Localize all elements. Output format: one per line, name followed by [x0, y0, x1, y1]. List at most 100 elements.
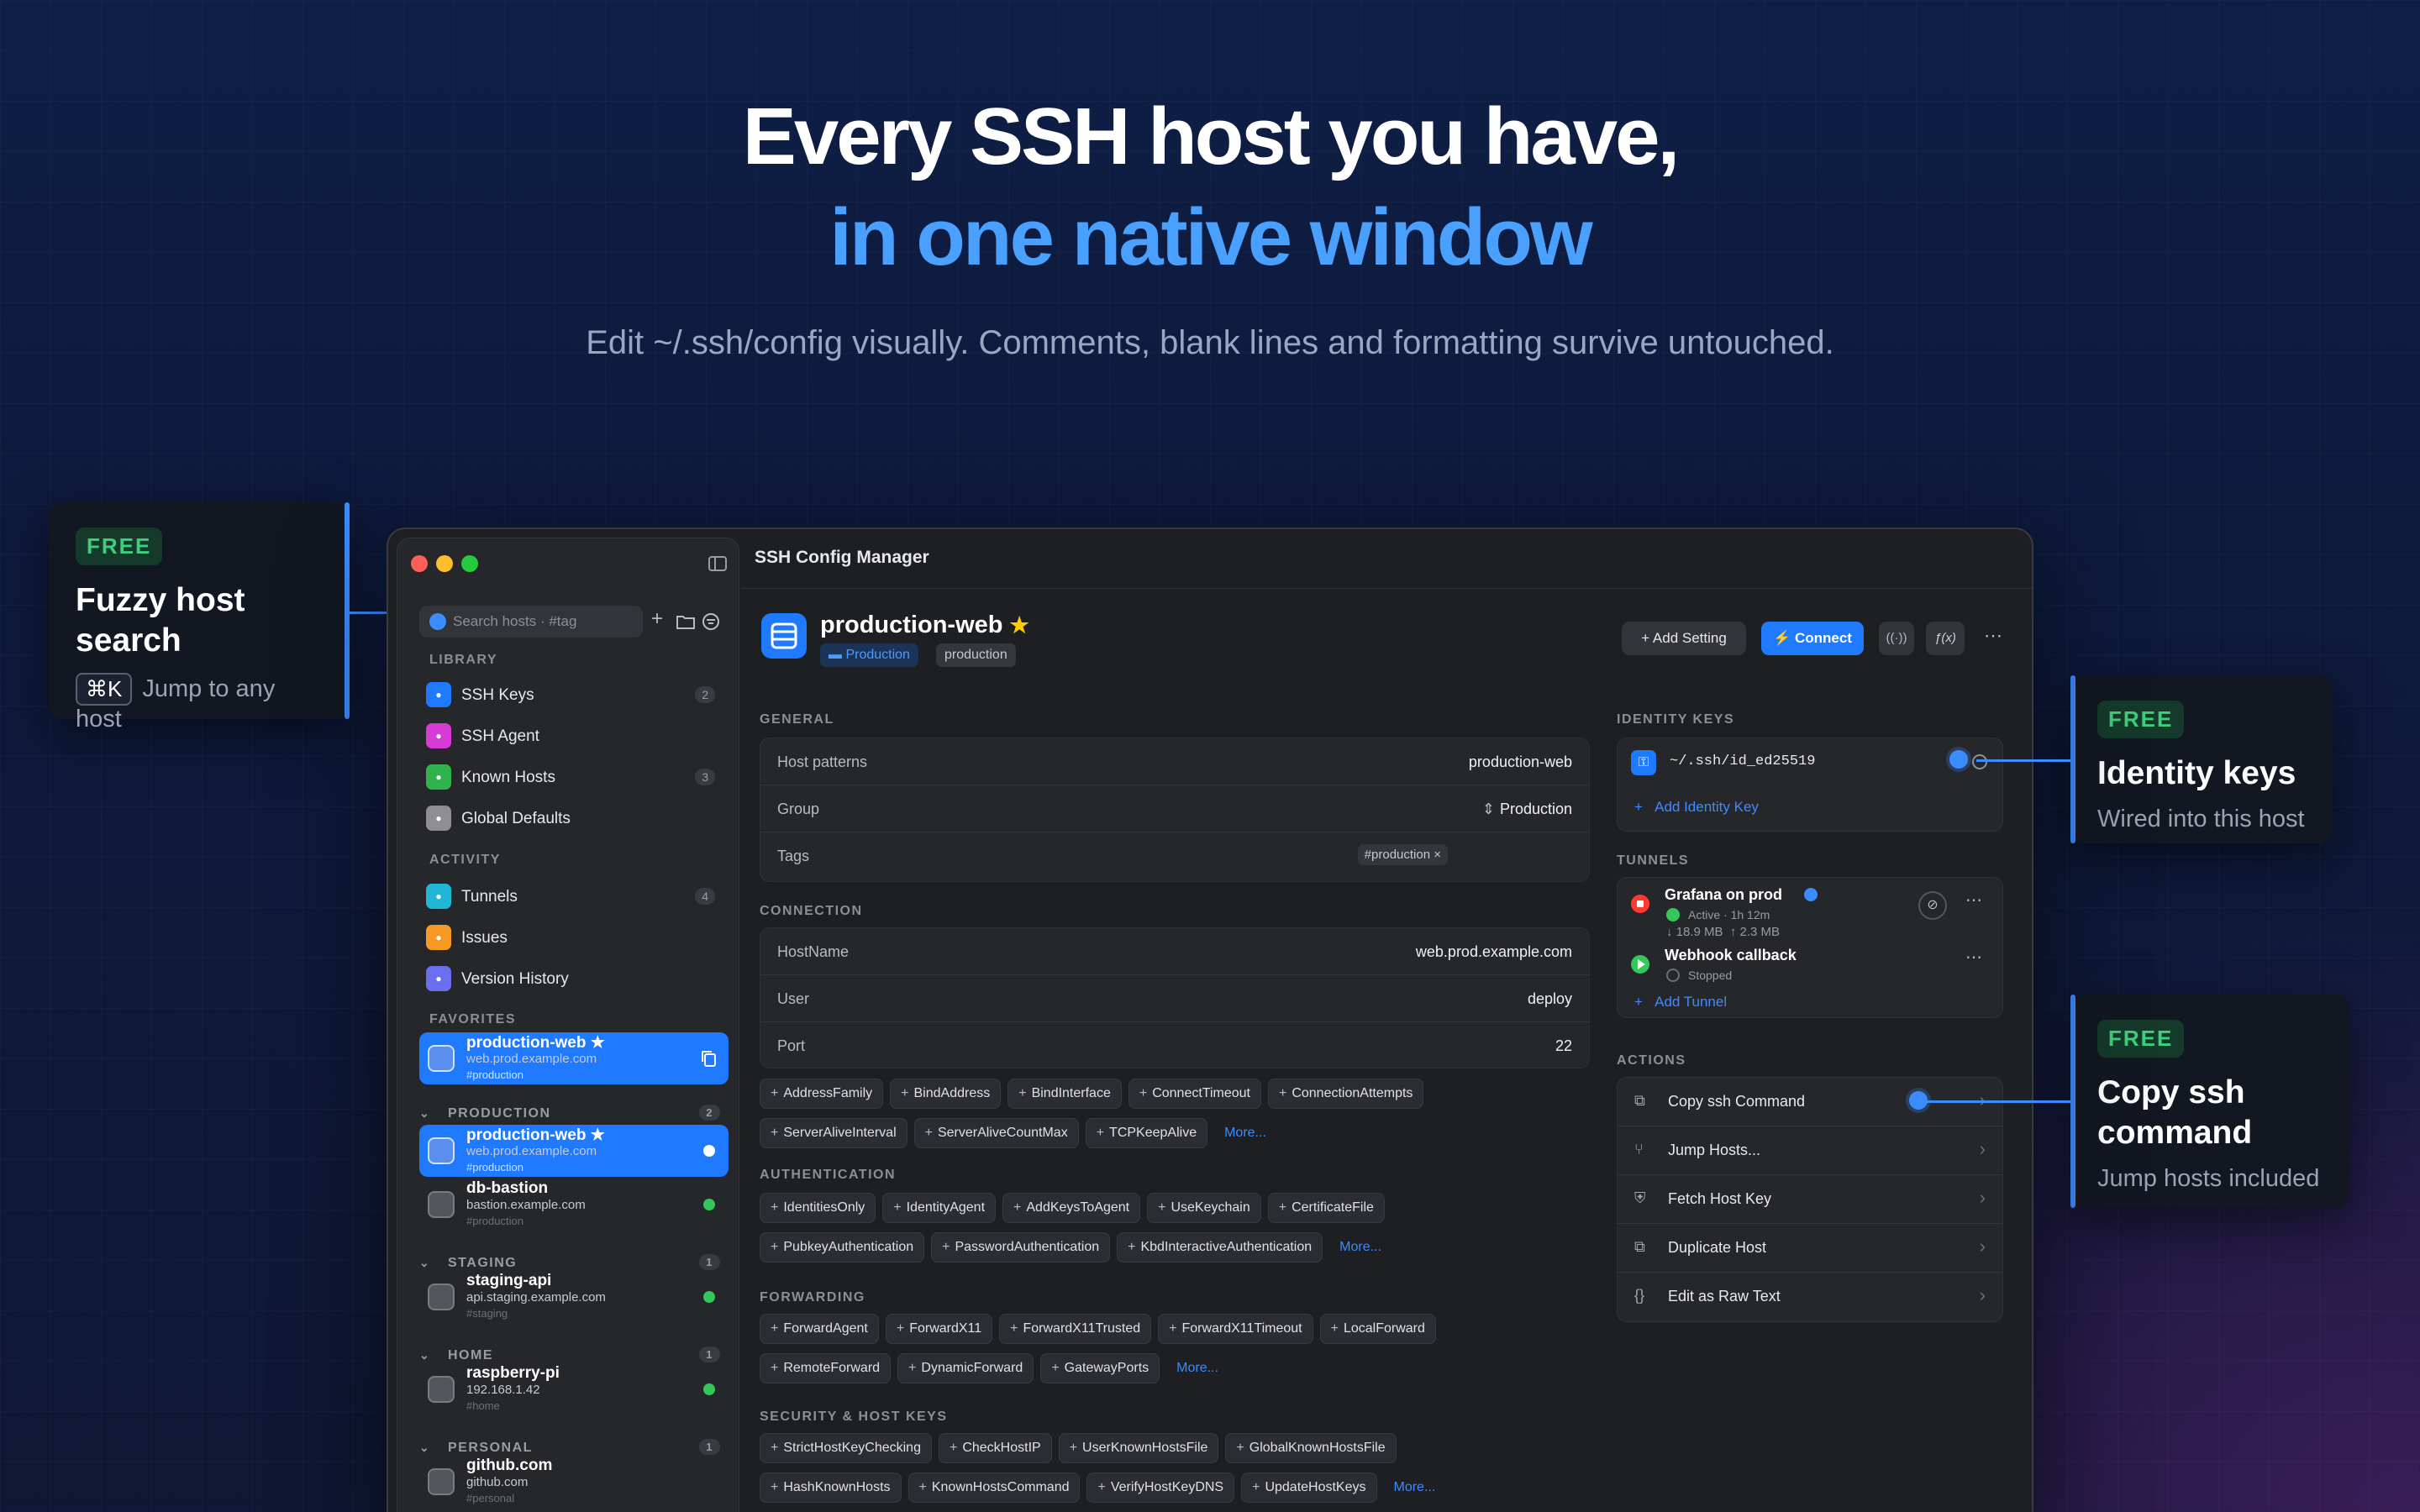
add-option-certificatefile[interactable]: + CertificateFile — [1267, 1193, 1385, 1223]
add-option-gatewayports[interactable]: + GatewayPorts — [1040, 1353, 1160, 1383]
option-label: IdentityAgent — [906, 1200, 986, 1215]
add-option-forwardx11[interactable]: + ForwardX11 — [885, 1314, 993, 1344]
add-setting-button[interactable]: + Add Setting — [1622, 622, 1746, 655]
more-options-link[interactable]: More... — [1166, 1354, 1228, 1383]
add-option-forwardagent[interactable]: + ForwardAgent — [760, 1314, 879, 1344]
asterisk-icon: ● — [426, 806, 451, 831]
add-option-forwardx11timeout[interactable]: + ForwardX11Timeout — [1158, 1314, 1313, 1344]
host-patterns-row[interactable]: Host patterns production-web — [760, 738, 1589, 785]
tag-chip[interactable]: production — [936, 643, 1016, 667]
function-icon[interactable]: ƒ(x) — [1926, 622, 1965, 655]
host-staging-api[interactable]: staging-api api.staging.example.com #sta… — [419, 1271, 729, 1323]
add-option-knownhostscommand[interactable]: + KnownHostsCommand — [908, 1473, 1081, 1503]
sidebar-item-version-history[interactable]: ● Version History — [419, 960, 722, 997]
sidebar-item-ssh-keys[interactable]: ● SSH Keys 2 — [419, 676, 722, 713]
favorite-host-production-web[interactable]: production-web ★ web.prod.example.com #p… — [419, 1032, 729, 1084]
add-option-bindinterface[interactable]: + BindInterface — [1007, 1079, 1122, 1109]
copy-icon[interactable] — [700, 1049, 717, 1068]
broadcast-icon[interactable]: ((·)) — [1879, 622, 1914, 655]
plus-icon: + — [771, 1240, 779, 1254]
sidebar-item-ssh-agent[interactable]: ● SSH Agent — [419, 717, 722, 754]
duplicate-host-action[interactable]: ⧉ Duplicate Host › — [1618, 1224, 2002, 1273]
add-option-stricthostkeychecking[interactable]: + StrictHostKeyChecking — [760, 1433, 932, 1463]
tunnel-more-icon[interactable]: ⋯ — [1965, 947, 1982, 968]
add-option-serveralivecountmax[interactable]: + ServerAliveCountMax — [913, 1118, 1079, 1148]
jump-hosts-action[interactable]: ⑂ Jump Hosts... › — [1618, 1126, 2002, 1175]
edit-raw-text-action[interactable]: {} Edit as Raw Text › — [1618, 1273, 2002, 1321]
tunnel-more-icon[interactable]: ⋯ — [1965, 890, 1982, 911]
add-option-addressfamily[interactable]: + AddressFamily — [760, 1079, 884, 1109]
search-input[interactable]: Search hosts · #tag — [419, 606, 643, 638]
sidebar-toggle-icon[interactable] — [708, 555, 727, 572]
user-row[interactable]: User deploy — [760, 975, 1589, 1022]
add-option-checkhostip[interactable]: + CheckHostIP — [938, 1433, 1052, 1463]
add-option-bindaddress[interactable]: + BindAddress — [890, 1079, 1002, 1109]
chevron-down-icon: ⌄ — [419, 1348, 431, 1362]
add-option-globalknownhostsfile[interactable]: + GlobalKnownHostsFile — [1225, 1433, 1397, 1463]
remove-key-icon[interactable] — [1972, 754, 1987, 769]
action-label: Copy ssh Command — [1668, 1093, 1806, 1110]
close-window-button[interactable] — [411, 555, 428, 572]
add-option-addkeystoagent[interactable]: + AddKeysToAgent — [1002, 1193, 1141, 1223]
connect-button[interactable]: ⚡ Connect — [1761, 622, 1864, 655]
more-options-link[interactable]: More... — [1214, 1119, 1276, 1147]
add-identity-key-button[interactable]: + Add Identity Key — [1634, 799, 1759, 816]
add-option-pubkeyauthentication[interactable]: + PubkeyAuthentication — [760, 1232, 925, 1263]
fetch-host-key-action[interactable]: ⛨ Fetch Host Key › — [1618, 1175, 2002, 1224]
host-production-web[interactable]: production-web ★ web.prod.example.com #p… — [419, 1125, 729, 1177]
sidebar-item-issues[interactable]: ● Issues — [419, 919, 722, 956]
add-option-connectionattempts[interactable]: + ConnectionAttempts — [1267, 1079, 1424, 1109]
add-option-userknownhostsfile[interactable]: + UserKnownHostsFile — [1058, 1433, 1219, 1463]
open-browser-icon[interactable]: ⊘ — [1918, 891, 1947, 920]
port-row[interactable]: Port 22 — [760, 1022, 1589, 1069]
group-chip[interactable]: ▬ Production — [820, 643, 918, 667]
tags-row[interactable]: Tags #production × — [760, 832, 1589, 883]
filter-icon[interactable] — [702, 612, 720, 631]
add-option-serveraliveinterval[interactable]: + ServerAliveInterval — [760, 1118, 908, 1148]
sidebar-item-known-hosts[interactable]: ● Known Hosts 3 — [419, 759, 722, 795]
group-row[interactable]: Group ⇕ Production — [760, 785, 1589, 832]
host-github[interactable]: github.com github.com #personal — [419, 1456, 729, 1508]
group-select[interactable]: ⇕ Production — [1482, 801, 1572, 818]
add-tunnel-button[interactable]: + Add Tunnel — [1634, 994, 1727, 1011]
more-options-link[interactable]: More... — [1384, 1473, 1446, 1502]
add-option-passwordauthentication[interactable]: + PasswordAuthentication — [931, 1232, 1111, 1263]
more-options-icon[interactable]: ⋯ — [1976, 622, 2010, 655]
add-option-verifyhostkeydns[interactable]: + VerifyHostKeyDNS — [1086, 1473, 1235, 1503]
option-label: VerifyHostKeyDNS — [1110, 1480, 1224, 1494]
authentication-options: + IdentitiesOnly + IdentityAgent + AddKeysToA… — [760, 1193, 1533, 1272]
add-option-identitiesonly[interactable]: + IdentitiesOnly — [760, 1193, 876, 1223]
sidebar-item-tunnels[interactable]: ● Tunnels 4 — [419, 878, 722, 915]
add-host-icon[interactable]: + — [651, 607, 663, 631]
add-option-connecttimeout[interactable]: + ConnectTimeout — [1128, 1079, 1261, 1109]
start-tunnel-button[interactable] — [1631, 955, 1649, 974]
add-option-forwardx11trusted[interactable]: + ForwardX11Trusted — [999, 1314, 1152, 1344]
add-option-usekeychain[interactable]: + UseKeychain — [1147, 1193, 1261, 1223]
sidebar-item-label: Global Defaults — [461, 810, 571, 827]
zoom-window-button[interactable] — [461, 555, 478, 572]
sidebar-item-global-defaults[interactable]: ● Global Defaults — [419, 800, 722, 837]
host-address: web.prod.example.com — [466, 1052, 597, 1066]
new-folder-icon[interactable] — [676, 614, 695, 629]
tag-token[interactable]: #production × — [1357, 844, 1448, 865]
add-option-localforward[interactable]: + LocalForward — [1319, 1314, 1436, 1344]
add-option-hashknownhosts[interactable]: + HashKnownHosts — [760, 1473, 902, 1503]
stop-tunnel-button[interactable] — [1631, 895, 1649, 913]
forwarding-section-label: FORWARDING — [760, 1290, 865, 1305]
add-option-remoteforward[interactable]: + RemoteForward — [760, 1353, 892, 1383]
favorite-star-icon[interactable]: ★ — [1010, 612, 1029, 638]
add-option-dynamicforward[interactable]: + DynamicForward — [897, 1353, 1034, 1383]
host-raspberry-pi[interactable]: raspberry-pi 192.168.1.42 #home — [419, 1363, 729, 1415]
add-option-updatehostkeys[interactable]: + UpdateHostKeys — [1241, 1473, 1377, 1503]
add-option-kbdinteractiveauthentication[interactable]: + KbdInteractiveAuthentication — [1117, 1232, 1323, 1263]
host-db-bastion[interactable]: db-bastion bastion.example.com #producti… — [419, 1179, 729, 1231]
add-option-identityagent[interactable]: + IdentityAgent — [882, 1193, 997, 1223]
hostname-row[interactable]: HostName web.prod.example.com — [760, 928, 1589, 975]
group-select-value: Production — [1499, 801, 1572, 817]
add-option-tcpkeepalive[interactable]: + TCPKeepAlive — [1085, 1118, 1208, 1148]
plus-icon: + — [1236, 1441, 1244, 1455]
plus-icon: + — [771, 1200, 779, 1215]
more-options-link[interactable]: More... — [1329, 1233, 1392, 1262]
minimize-window-button[interactable] — [436, 555, 453, 572]
add-identity-key-label: Add Identity Key — [1655, 799, 1759, 815]
